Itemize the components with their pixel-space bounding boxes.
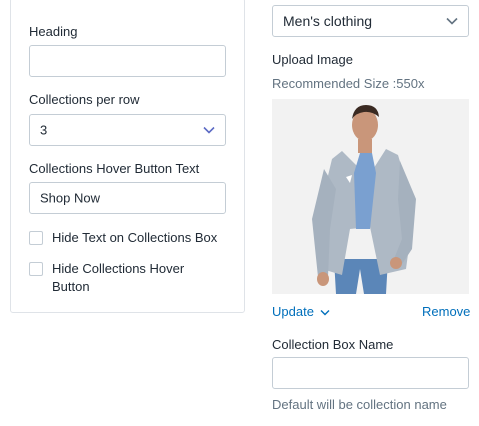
hide-text-checkbox-label: Hide Text on Collections Box: [52, 230, 218, 245]
hide-hover-button-checkbox-label: Hide Collections Hover Button: [52, 261, 185, 294]
collections-per-row-value: 3: [40, 122, 48, 138]
collections-per-row-label: Collections per row: [29, 92, 140, 107]
hover-button-text-label: Collections Hover Button Text: [29, 161, 200, 176]
heading-label: Heading: [29, 24, 78, 39]
hide-hover-button-checkbox[interactable]: [29, 262, 43, 276]
chevron-down-icon: [446, 17, 458, 25]
collection-select[interactable]: Men's clothing: [272, 5, 469, 37]
collection-box-name-help: Default will be collection name: [272, 397, 447, 412]
collections-per-row-select[interactable]: 3: [29, 114, 226, 146]
man-in-suit-image: [272, 99, 469, 294]
chevron-down-icon: [320, 310, 330, 316]
collection-box-name-label: Collection Box Name: [272, 337, 394, 352]
hide-text-checkbox[interactable]: [29, 231, 43, 245]
collection-select-value: Men's clothing: [283, 13, 373, 29]
hover-button-text-input[interactable]: Shop Now: [29, 182, 226, 214]
recommended-size-text: Recommended Size :550x: [272, 76, 425, 91]
chevron-down-icon: [203, 126, 215, 134]
upload-image-label: Upload Image: [272, 52, 353, 67]
remove-link[interactable]: Remove: [422, 304, 470, 319]
collection-box-name-input[interactable]: [272, 357, 469, 389]
update-link[interactable]: Update: [272, 304, 330, 319]
hover-button-text-value: Shop Now: [40, 190, 100, 206]
update-link-label: Update: [272, 304, 314, 319]
collection-image-thumbnail[interactable]: [272, 99, 469, 294]
heading-input[interactable]: [29, 45, 226, 77]
